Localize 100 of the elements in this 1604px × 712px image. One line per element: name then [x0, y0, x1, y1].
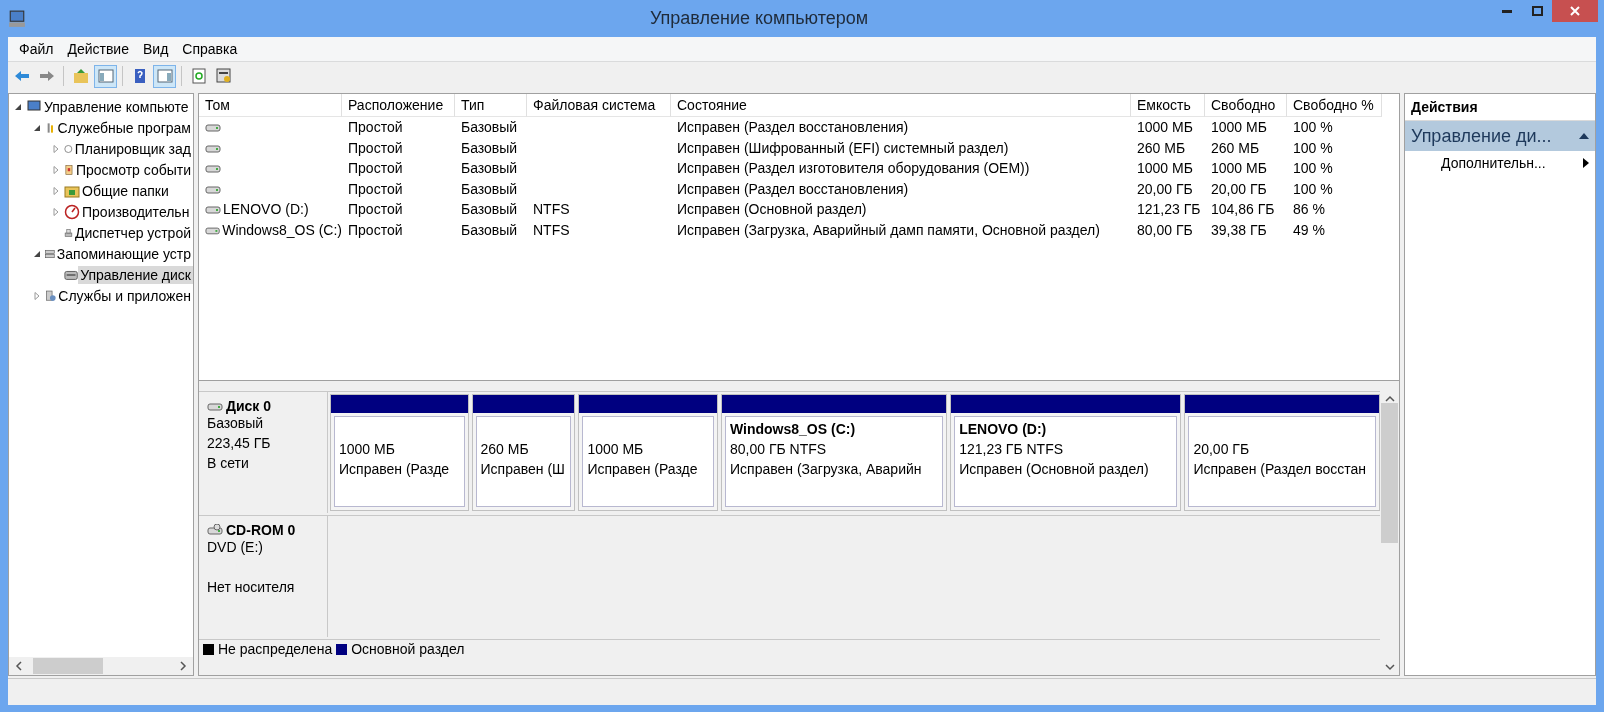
cd-drive-icon	[207, 524, 223, 536]
table-cell-text: Простой	[347, 200, 404, 220]
maximize-icon	[1531, 6, 1543, 16]
expand-arrow-icon[interactable]	[51, 186, 60, 195]
minimize-icon	[1502, 9, 1512, 13]
collapse-arrow-icon[interactable]	[32, 249, 41, 258]
tree-item[interactable]: Управление диск	[78, 265, 193, 284]
services-icon	[45, 287, 57, 304]
partition-size: 80,00 ГБ NTFS	[730, 441, 828, 459]
column-header[interactable]: Расположение	[342, 94, 455, 117]
tree-item[interactable]: Общие папки	[80, 181, 171, 200]
disk-info: Базовый	[207, 415, 265, 433]
partition-status: Исправен (Ш	[480, 461, 566, 479]
drive-icon	[205, 162, 221, 175]
tree-item[interactable]: Службы и приложен	[56, 286, 193, 305]
scroll-up-icon[interactable]	[1384, 395, 1395, 403]
disk-info: 223,45 ГБ	[207, 435, 272, 453]
expand-arrow-icon[interactable]	[32, 291, 41, 300]
scroll-down-icon[interactable]	[1384, 663, 1395, 671]
column-header[interactable]: Емкость	[1131, 94, 1205, 117]
pane-icon	[156, 68, 173, 84]
table-cell-text: 104,86 ГБ	[1210, 200, 1276, 220]
table-cell-text: 100 %	[1292, 159, 1334, 179]
tree-item[interactable]: Планировщик зад	[72, 139, 193, 158]
app-icon	[8, 9, 26, 28]
refresh-icon	[190, 68, 207, 84]
partition-size: 1000 МБ	[339, 441, 396, 459]
table-cell-text: Базовый	[460, 159, 519, 179]
submenu-arrow-icon	[1583, 158, 1589, 168]
table-cell-text: 100 %	[1292, 138, 1334, 158]
table-cell-text: Исправен (Раздел восстановления)	[676, 118, 910, 138]
table-cell-text: 20,00 ГБ	[1210, 179, 1268, 199]
column-header[interactable]: Свободно %	[1287, 94, 1382, 117]
partition-block[interactable]: 260 МБ Исправен (Ш	[471, 394, 576, 511]
tree-item[interactable]: Производительн	[80, 202, 192, 221]
menu-item[interactable]: Файл	[12, 41, 61, 57]
partition-block[interactable]: 20,00 ГБ Исправен (Раздел восстан	[1184, 394, 1380, 511]
volume-name: Windows8_OS (C:)	[222, 221, 342, 238]
table-cell-text: 260 МБ	[1136, 138, 1187, 158]
table-cell-text: 20,00 ГБ	[1136, 179, 1194, 199]
gauge-icon	[64, 203, 80, 220]
table-cell-text: Простой	[347, 159, 404, 179]
partition-status: Исправен (Разде	[587, 461, 699, 479]
tree-item[interactable]: Просмотр событи	[73, 160, 193, 179]
disk-info: DVD (E:)	[207, 539, 264, 557]
table-cell-text: Исправен (Загрузка, Аварийный дамп памяти, Основной раздел)	[676, 220, 1101, 240]
expand-arrow-icon[interactable]	[51, 207, 60, 216]
table-cell-text: 1000 МБ	[1136, 118, 1194, 138]
scrollbar-thumb[interactable]	[1381, 403, 1398, 543]
scrollbar-thumb[interactable]	[33, 658, 103, 674]
column-header[interactable]: Свободно	[1205, 94, 1287, 117]
partition-title: Windows8_OS (C:)	[730, 421, 857, 439]
partition-size: 260 МБ	[480, 441, 530, 459]
scroll-left-icon[interactable]	[15, 661, 23, 671]
table-cell-text: 80,00 ГБ	[1136, 220, 1194, 240]
partition-block[interactable]: 1000 МБ Исправен (Разде	[330, 394, 469, 511]
column-header[interactable]: Файловая система	[527, 94, 671, 117]
partition-block[interactable]: 1000 МБ Исправен (Разде	[578, 394, 718, 511]
disk-name: CD-ROM 0	[226, 522, 296, 538]
partition-size: 20,00 ГБ	[1193, 441, 1251, 459]
table-cell-text: 86 %	[1292, 200, 1326, 220]
table-cell-text: 1000 МБ	[1136, 159, 1194, 179]
table-cell-text: Исправен (Раздел изготовителя оборудования (OEM))	[676, 159, 1031, 179]
partition-status: Исправен (Основной раздел)	[959, 461, 1150, 479]
column-header[interactable]: Тип	[455, 94, 527, 117]
legend-label: Не распределена	[218, 641, 333, 657]
properties-icon	[215, 68, 232, 84]
partition-block[interactable]: Windows8_OS (C:) 80,00 ГБ NTFS Исправен (Загрузка, Аварийн	[721, 394, 948, 511]
table-cell-text: NTFS	[532, 220, 571, 240]
menu-item[interactable]: Справка	[175, 41, 245, 57]
menu-item[interactable]: Вид	[135, 41, 176, 57]
close-button[interactable]	[1552, 0, 1598, 22]
table-cell-text: Базовый	[460, 179, 519, 199]
tree-item[interactable]: Запоминающие устр	[54, 244, 193, 263]
menu-item[interactable]: Действие	[60, 41, 136, 57]
expand-arrow-icon[interactable]	[51, 144, 60, 153]
drive-icon	[207, 400, 223, 412]
disk-info: В сети	[207, 455, 250, 473]
column-header[interactable]: Том	[199, 94, 342, 117]
tree-item[interactable]: Диспетчер устрой	[72, 223, 193, 242]
partition-status: Исправен (Загрузка, Аварийн	[730, 461, 923, 479]
table-cell-text: Базовый	[460, 200, 519, 220]
tree-item[interactable]: Служебные програм	[55, 118, 193, 137]
folder-up-icon	[72, 68, 89, 84]
table-cell-text: 121,23 ГБ	[1136, 200, 1202, 220]
partition-status: Исправен (Разде	[339, 461, 451, 479]
disk-info: Нет носителя	[207, 579, 296, 597]
table-cell-text: 100 %	[1292, 118, 1334, 138]
tree-item[interactable]: Управление компьюте	[42, 97, 191, 116]
disk-name: Диск 0	[226, 398, 272, 414]
close-icon	[1570, 6, 1580, 16]
column-header[interactable]: Состояние	[671, 94, 1131, 117]
scroll-right-icon[interactable]	[179, 661, 187, 671]
collapse-arrow-icon[interactable]	[32, 123, 41, 132]
collapse-arrow-icon[interactable]	[13, 102, 22, 111]
action-item[interactable]: Дополнительн...	[1405, 151, 1595, 175]
actions-section[interactable]: Управление ди...	[1405, 121, 1595, 151]
back-arrow-icon	[13, 68, 30, 84]
expand-arrow-icon[interactable]	[51, 165, 60, 174]
partition-block[interactable]: LENOVO (D:) 121,23 ГБ NTFS Исправен (Основной раздел)	[950, 394, 1182, 511]
